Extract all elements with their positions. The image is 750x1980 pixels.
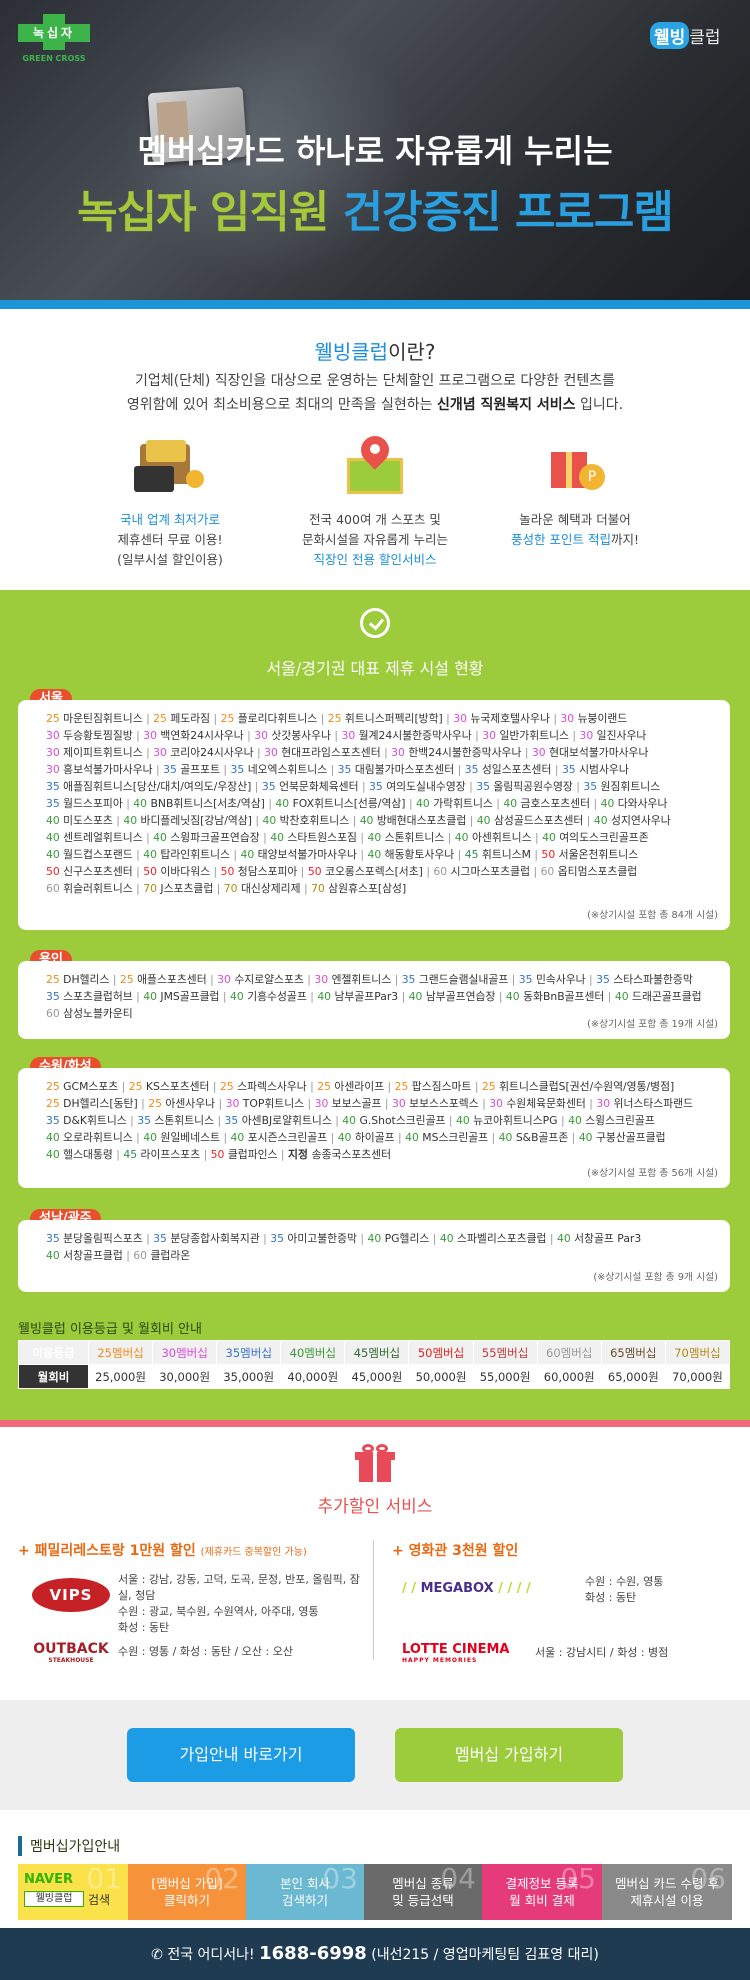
feature-lowest-price: 국내 업계 최저가로 제휴센터 무료 이용! (일부시설 할인이용) [70,436,270,570]
grade-cell: 45멤버십 [344,1340,410,1365]
page: 녹십자 GREEN CROSS 웰빙 클럽 멤버십카드 하나로 자유롭게 누리는 … [0,0,750,1980]
facility-line: 35 D&K휘트니스 | 35 스톤휘트니스 | 35 아센BJ로얄휘트니스 |… [46,1114,655,1127]
cinema-discount-heading: + 영화관 3천원 할인 [392,1543,519,1559]
facility-line: 40 월드컵스포랜드 | 40 탑라인휘트니스 | 40 태양보석불가마사우나 … [46,848,639,861]
fee-table-caption: 웰빙클럽 이용등급 및 월회비 안내 [18,1322,202,1337]
facility-line: 35 분당올림픽스포츠 | 35 분당종합사회복지관 | 35 아미고불한증막 … [46,1232,642,1245]
region-box-seongnam: 35 분당올림픽스포츠 | 35 분당종합사회복지관 | 35 아미고불한증막 … [18,1220,730,1292]
facility-line: 25 GCM스포츠 | 25 KS스포츠센터 | 25 스파렉스사우나 | 25… [46,1080,675,1093]
green-cross-logo[interactable]: 녹십자 GREEN CROSS [18,14,90,74]
facilities-title: 서울/경기권 대표 제휴 시설 현황 [266,659,484,678]
grade-cell: 25멤버십 [87,1340,154,1365]
facility-line: 35 애플짐휘트니스[당산/대치/여의도/우장산] | 35 언북문화체육센터 … [46,780,661,793]
hero-title: 녹십자 임직원 건강증진 프로그램 [77,187,674,238]
facility-line: 25 DH헬리스 | 25 애플스포츠센터 | 30 수지로얄스포츠 | 30 … [46,973,693,986]
outback-logo: OUTBACK STEAKHOUSE [33,1641,109,1664]
phone-icon: ✆ [151,1947,163,1963]
facility-line: 30 두승황토찜질방 | 30 백연화24시사우나 | 30 삿갓봉사우나 | … [46,729,647,742]
phone-number[interactable]: 1688-6998 [259,1943,367,1964]
megabox-logo: / / MEGABOX / / / / [402,1581,531,1596]
vips-logo: VIPS [32,1578,110,1612]
fee-cell: 35,000원 [216,1364,282,1389]
intro-heading: 웰빙클럽이란? [314,340,436,364]
gift-icon [355,1444,395,1482]
megabox-locations: 수원 : 수원, 영통 화성 : 동탄 [585,1575,664,1604]
cta-section [0,1700,750,1810]
facility-line: 40 센트레얼휘트니스 | 40 스윙파크골프연습장 | 40 스타트원스포짐 … [46,831,649,844]
grade-cell: 65멤버십 [600,1340,666,1365]
grade-cell: 60멤버십 [536,1340,602,1365]
outback-locations: 수원 : 영통 / 화성 : 동탄 / 오산 : 오산 [118,1645,293,1658]
facility-line: 40 미도스포츠 | 40 바디플레닛짐[강남/역삼] | 40 박찬호휘트니스… [46,814,671,827]
fee-cell: 45,000원 [344,1364,410,1389]
step-3-search-company: 03 본인 회사 검색하기 [246,1864,364,1920]
facility-line: 40 헬스대통령 | 45 라이프스포츠 | 50 클럽파인스 | 지정 송종국… [46,1148,392,1161]
facility-count-note: (※상기시설 포함 총 9개 시설) [593,1272,718,1283]
region-box-yongin: 25 DH헬리스 | 25 애플스포츠센터 | 30 수지로얄스포츠 | 30 … [18,961,730,1039]
facility-line: 35 월드스포피아 | 40 BNB휘트니스[서초/역삼] | 40 FOX휘트… [46,797,668,810]
grade-cell: 70멤버십 [664,1340,731,1365]
facility-line: 25 DH헬리스[동탄] | 25 아센사우나 | 30 TOP휘트니스 | 3… [46,1097,693,1110]
column-divider [373,1540,374,1660]
fee-cell: 55,000원 [472,1364,538,1389]
vips-locations: 서울 : 강남, 강동, 고덕, 도곡, 문정, 반포, 올림픽, 잠실, 청담… [118,1573,360,1634]
feature-point-reward: P 놀라운 혜택과 더불어 풍성한 포인트 적립까지! [475,436,675,550]
grade-label: 이용등급 [18,1340,89,1365]
feature-nationwide-facilities: 전국 400여 개 스포츠 및 문화시설을 자유롭게 누리는 직장인 전용 할인… [275,430,475,570]
fee-table: 이용등급 25멤버십 30멤버십 35멤버십 40멤버십 45멤버십 50멤버십 55멤버십 6… [18,1340,731,1389]
step-6-receive-card: 06 멤버십 카드 수령 후 제휴시설 이용 [602,1864,732,1920]
step-1-naver-search: 01 NAVER 웰빙클럽 검색 [18,1864,128,1920]
lotte-locations: 서울 : 강남시티 / 화성 : 병점 [535,1646,669,1659]
contact-footer: ✆ 전국 어디서나! 1688-6998 (내선215 / 영업마케팅팀 김표영… [0,1928,750,1980]
section-divider-strip [0,1420,750,1427]
facility-line: 30 제이피트휘트니스 | 30 코리아24시사우나 | 30 현대프라임스포츠… [46,746,649,759]
fee-cell: 65,000원 [600,1364,666,1389]
step-2-click-join: 02 [멤버십 가입] 클릭하기 [128,1864,246,1920]
fee-cell: 25,000원 [87,1364,154,1389]
fee-cell: 50,000원 [408,1364,474,1389]
facility-count-note: (※상기시설 포함 총 56개 시설) [587,1168,718,1179]
join-guide-button[interactable]: 가입안내 바로가기 [127,1728,355,1782]
facility-line: 25 마운틴짐휘트니스 | 25 페도라짐 | 25 플로리다휘트니스 | 25… [46,712,628,725]
step-5-payment: 05 결제정보 등록 월 회비 결제 [482,1864,602,1920]
signup-steps-title: 멤버십가입안내 [18,1836,120,1856]
extra-discount-title: 추가할인 서비스 [317,1497,433,1517]
region-box-seoul: 25 마운틴짐휘트니스 | 25 페도라짐 | 25 플로리다휘트니스 | 25… [18,700,730,930]
fee-label: 월회비 [18,1364,89,1389]
facility-count-note: (※상기시설 포함 총 19개 시설) [587,1019,718,1030]
hero-subtitle: 멤버십카드 하나로 자유롭게 누리는 [137,132,613,170]
grade-cell: 55멤버십 [472,1340,538,1365]
fee-grade-row: 이용등급 25멤버십 30멤버십 35멤버십 40멤버십 45멤버십 50멤버십 55멤버십 6… [18,1340,731,1365]
hero-divider-strip [0,300,750,309]
wellbeing-club-logo[interactable]: 웰빙 클럽 [650,22,732,52]
wallet-coins-icon [130,436,210,496]
restaurant-discount-heading: + 패밀리레스토랑 1만원 할인 (제휴카드 중복할인 가능) [18,1543,307,1559]
grade-cell: 35멤버십 [216,1340,282,1365]
fee-cell: 30,000원 [152,1364,218,1389]
intro-text-line-2: 영위함에 있어 최소비용으로 최대의 만족을 실현하는 신개념 직원복지 서비스… [126,397,624,413]
grade-cell: 40멤버십 [280,1340,346,1365]
membership-signup-button[interactable]: 멤버십 가입하기 [395,1728,623,1782]
fee-cell: 40,000원 [280,1364,346,1389]
intro-text-line-1: 기업체(단체) 직장인을 대상으로 운영하는 단체할인 프로그램으로 다양한 컨… [135,373,615,389]
fee-price-row: 월회비 25,000원 30,000원 35,000원 40,000원 45,000원 50… [18,1364,731,1389]
facility-line: 50 신구스포츠센터 | 50 이바다워스 | 50 청담스포피아 | 50 코… [46,865,638,878]
lotte-cinema-logo: LOTTE CINEMA HAPPY MEMORIES [402,1642,510,1664]
facility-line: 60 휘슬러휘트니스 | 70 J스포츠클럽 | 70 대신상제리제 | 70 … [46,882,407,895]
facility-count-note: (※상기시설 포함 총 84개 시설) [587,910,718,921]
fee-cell: 70,000원 [664,1364,731,1389]
facility-line: 40 오로라휘트니스 | 40 원일베네스트 | 40 포시즌스크린골프 | 4… [46,1131,666,1144]
facility-line: 35 스포츠클럽허브 | 40 JMS골프클럽 | 40 기흥수성골프 | 40… [46,990,702,1003]
gift-points-icon: P [535,436,615,496]
grade-cell: 30멤버십 [152,1340,218,1365]
grade-cell: 50멤버십 [408,1340,474,1365]
hero-banner: 녹십자 GREEN CROSS 웰빙 클럽 멤버십카드 하나로 자유롭게 누리는 … [0,0,750,300]
facility-line: 40 서창골프클럽 | 60 클럽라온 [46,1249,191,1262]
region-box-suwon: 25 GCM스포츠 | 25 KS스포츠센터 | 25 스파렉스사우나 | 25… [18,1068,730,1188]
map-pin-icon [335,430,415,496]
step-4-select-grade: 04 멤버십 종류 및 등급선택 [364,1864,482,1920]
location-check-icon [360,608,390,638]
facility-line: 30 홍보석불가마사우나 | 35 골프포트 | 35 네오엑스휘트니스 | 3… [46,763,629,776]
fee-cell: 60,000원 [536,1364,602,1389]
